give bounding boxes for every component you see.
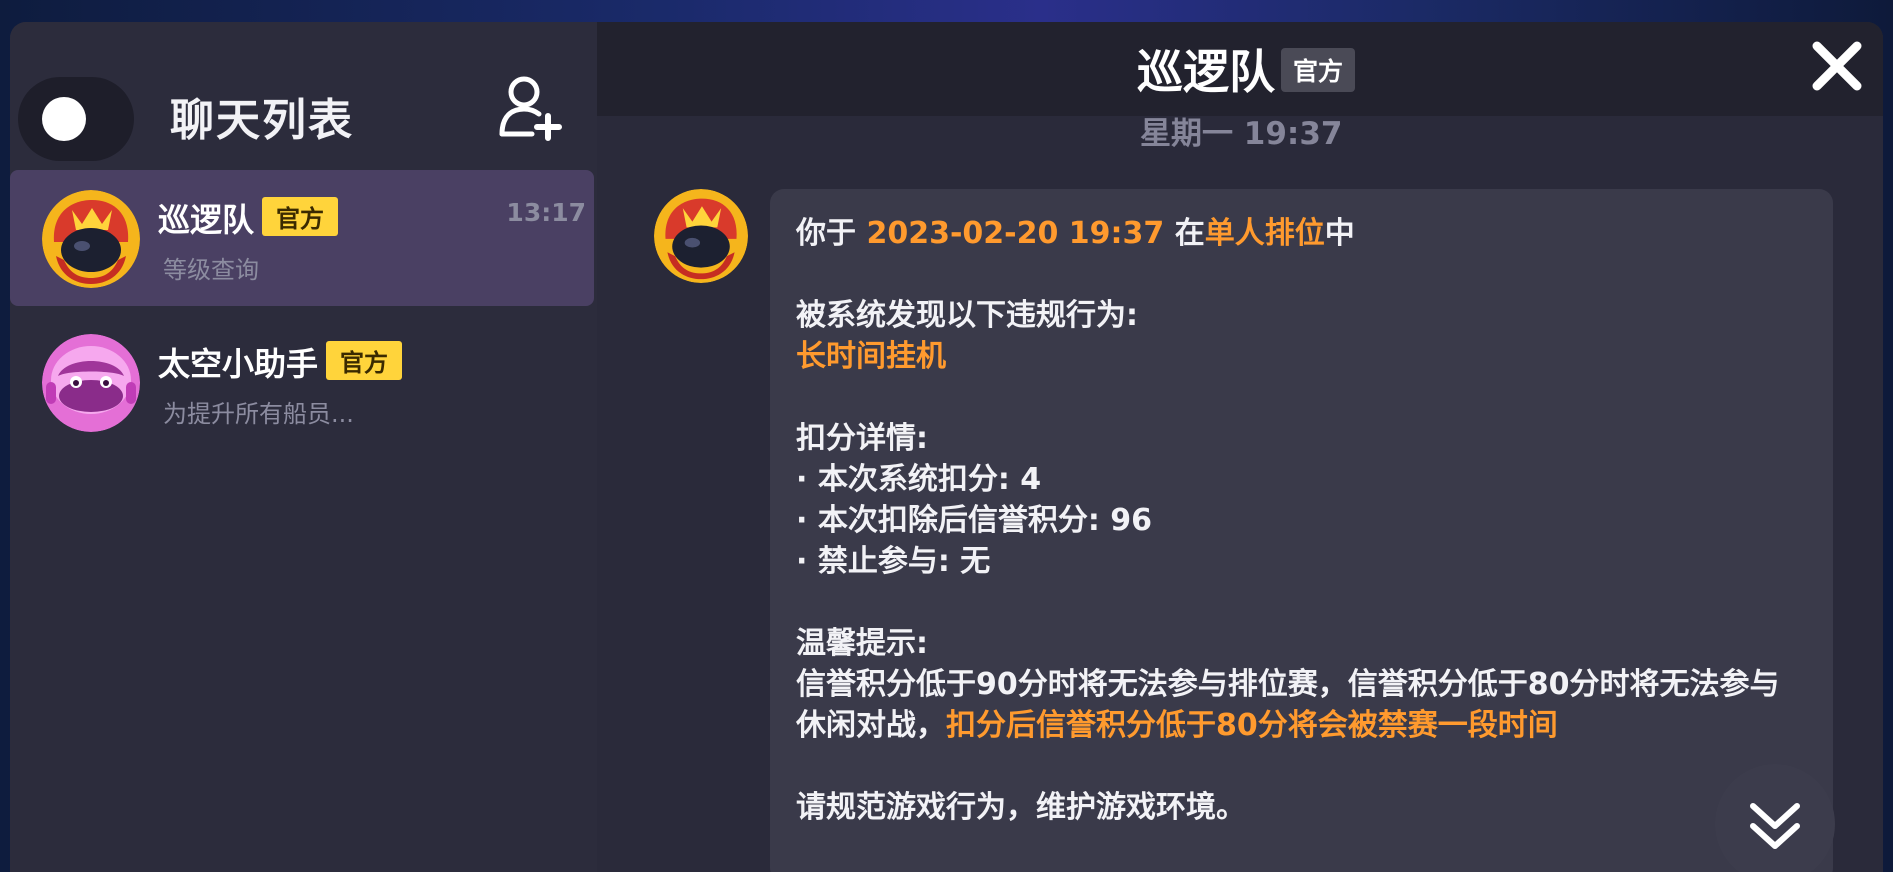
message-line-intro: 你于 2023-02-20 19:37 在单人排位中 xyxy=(796,213,1807,254)
chat-preview: 为提升所有船员... xyxy=(163,400,354,428)
game-mode: 单人排位 xyxy=(1204,216,1325,251)
chat-item-patrol[interactable]: 巡逻队 官方 等级查询 13:17 xyxy=(10,170,594,306)
sender-avatar xyxy=(654,189,748,283)
official-badge: 官方 xyxy=(1281,48,1356,92)
tips-heading: 温馨提示: xyxy=(796,626,928,661)
violation-text: 长时间挂机 xyxy=(796,339,946,374)
chat-name-text: 太空小助手 xyxy=(158,345,319,383)
text-suffix: 中 xyxy=(1324,216,1355,251)
details-heading: 扣分详情: xyxy=(796,421,928,456)
tips-text: 信誉积分低于90分时将无法参与排位赛，信誉积分低于80分时将无法参与休闲对战，扣… xyxy=(796,664,1807,746)
toggle-button[interactable] xyxy=(18,77,134,161)
sidebar-title: 聊天列表 xyxy=(170,95,354,146)
chat-preview: 等级查询 xyxy=(163,256,259,284)
conversation-title-text: 巡逻队 xyxy=(1137,45,1275,99)
chat-name: 巡逻队 官方 xyxy=(158,195,339,241)
message-timestamp: 星期一 19:37 xyxy=(1140,116,1343,152)
message-bubble: 你于 2023-02-20 19:37 在单人排位中 被系统发现以下违规行为: … xyxy=(770,189,1833,872)
add-friend-icon[interactable] xyxy=(498,70,564,144)
detail-item: · 本次系统扣分: 4 xyxy=(796,462,1042,497)
text-prefix: 你于 xyxy=(796,216,867,251)
chat-item-assistant[interactable]: 太空小助手 官方 为提升所有船员... xyxy=(10,314,594,450)
assistant-avatar xyxy=(42,334,140,432)
closing-text: 请规范游戏行为，维护游戏环境。 xyxy=(796,790,1246,825)
violation-heading: 被系统发现以下违规行为: xyxy=(796,298,1138,333)
chat-time: 13:17 xyxy=(506,198,586,227)
violation-datetime: 2023-02-20 19:37 xyxy=(866,216,1165,251)
close-icon[interactable] xyxy=(1807,36,1867,96)
text-mid: 在 xyxy=(1164,216,1205,251)
chat-list-sidebar: 聊天列表 巡逻队 官方 等级查询 13:17 太空小助手 官方 为提升所有船员.… xyxy=(10,22,597,872)
detail-item: · 禁止参与: 无 xyxy=(796,544,991,579)
official-badge: 官方 xyxy=(262,197,339,236)
tips-highlight: 扣分后信誉积分低于80分将会被禁赛一段时间 xyxy=(946,708,1558,743)
double-chevron-down-icon[interactable] xyxy=(1715,764,1835,872)
chat-name: 太空小助手 官方 xyxy=(158,339,403,385)
patrol-avatar xyxy=(42,190,140,288)
conversation-header: 巡逻队 官方 xyxy=(597,22,1883,116)
chat-window: 聊天列表 巡逻队 官方 等级查询 13:17 太空小助手 官方 为提升所有船员.… xyxy=(10,22,1883,872)
chat-name-text: 巡逻队 xyxy=(158,201,255,239)
conversation-title: 巡逻队 官方 xyxy=(1137,36,1356,102)
toggle-dot xyxy=(42,97,86,141)
official-badge: 官方 xyxy=(326,341,403,380)
detail-item: · 本次扣除后信誉积分: 96 xyxy=(796,503,1153,538)
